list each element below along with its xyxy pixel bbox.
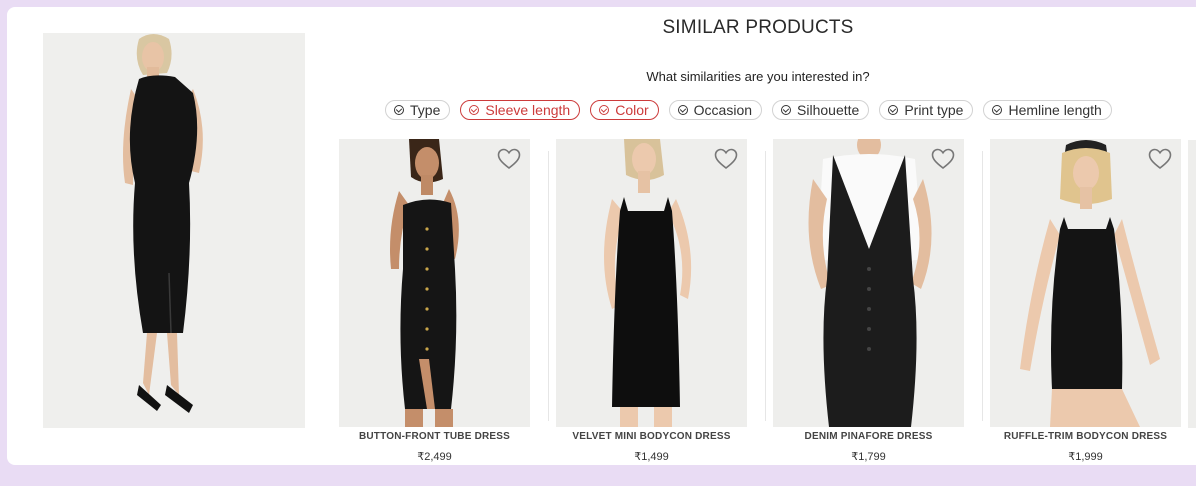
- chip-color[interactable]: Color: [590, 100, 659, 120]
- product-image[interactable]: [773, 139, 964, 427]
- check-circle-icon: [469, 105, 480, 115]
- product-price: ₹1,799: [851, 451, 886, 463]
- next-product-peek[interactable]: [1188, 140, 1196, 428]
- chip-label: Occasion: [693, 102, 753, 118]
- check-circle-icon: [888, 105, 899, 115]
- product-name[interactable]: BUTTON-FRONT TUBE DRESS: [339, 431, 530, 442]
- main-product-image[interactable]: [43, 33, 305, 428]
- product-carousel: BUTTON-FRONT TUBE DRESS ₹2,499 VELVET MI…: [339, 139, 1196, 465]
- check-circle-icon: [781, 105, 792, 115]
- similarity-prompt: What similarities are you interested in?: [646, 69, 870, 84]
- chip-hemline-length[interactable]: Hemline length: [983, 100, 1112, 120]
- product-name[interactable]: VELVET MINI BODYCON DRESS: [556, 431, 747, 442]
- product-price: ₹1,499: [634, 451, 669, 463]
- check-circle-icon: [992, 105, 1003, 115]
- product-image[interactable]: [990, 139, 1181, 427]
- chip-label: Hemline length: [1008, 102, 1102, 118]
- product-price: ₹2,499: [417, 451, 452, 463]
- page-title: SIMILAR PRODUCTS: [662, 17, 854, 38]
- product-card[interactable]: DENIM PINAFORE DRESS ₹1,799: [773, 139, 964, 465]
- similarity-filter-chips: Type Sleeve length Color Occasion Silhou…: [385, 100, 1112, 120]
- chip-occasion[interactable]: Occasion: [668, 100, 763, 120]
- heart-outline-icon[interactable]: [714, 148, 738, 170]
- heart-outline-icon[interactable]: [1148, 148, 1172, 170]
- chip-type[interactable]: Type: [385, 100, 451, 120]
- chip-label: Sleeve length: [485, 102, 571, 118]
- chip-silhouette[interactable]: Silhouette: [772, 100, 870, 120]
- check-circle-icon: [599, 105, 610, 115]
- product-name[interactable]: RUFFLE-TRIM BODYCON DRESS: [990, 431, 1181, 442]
- product-divider: [548, 151, 549, 421]
- check-circle-icon: [677, 105, 688, 115]
- heart-outline-icon[interactable]: [497, 148, 521, 170]
- product-card[interactable]: RUFFLE-TRIM BODYCON DRESS ₹1,999: [990, 139, 1181, 465]
- product-name[interactable]: DENIM PINAFORE DRESS: [773, 431, 964, 442]
- chip-sleeve-length[interactable]: Sleeve length: [460, 100, 581, 120]
- product-card[interactable]: VELVET MINI BODYCON DRESS ₹1,499: [556, 139, 747, 465]
- chip-label: Color: [615, 102, 649, 118]
- product-image[interactable]: [339, 139, 530, 427]
- product-price: ₹1,999: [1068, 451, 1103, 463]
- chip-label: Silhouette: [797, 102, 860, 118]
- product-card[interactable]: BUTTON-FRONT TUBE DRESS ₹2,499: [339, 139, 530, 465]
- product-divider: [982, 151, 983, 421]
- check-circle-icon: [394, 105, 404, 115]
- product-image[interactable]: [556, 139, 747, 427]
- chip-label: Print type: [904, 102, 964, 118]
- chip-label: Type: [410, 102, 441, 118]
- similar-products-panel: SIMILAR PRODUCTS What similarities are y…: [7, 7, 1196, 465]
- chip-print-type[interactable]: Print type: [879, 100, 974, 120]
- product-divider: [765, 151, 766, 421]
- heart-outline-icon[interactable]: [931, 148, 955, 170]
